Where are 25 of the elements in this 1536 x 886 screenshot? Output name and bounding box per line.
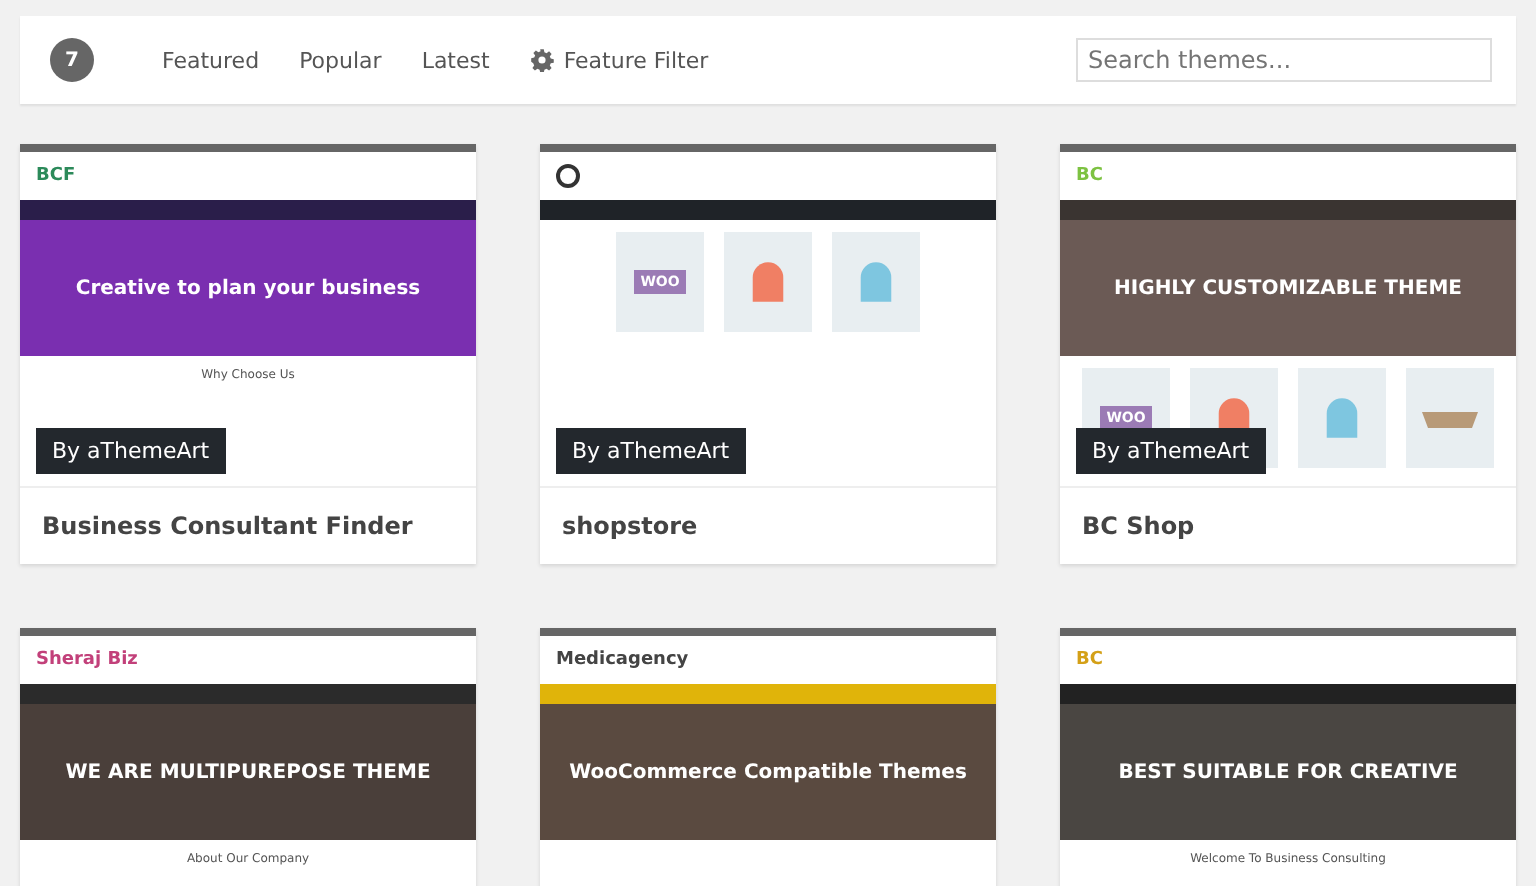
author-badge: By aThemeArt xyxy=(36,428,226,474)
feature-filter-link[interactable]: Feature Filter xyxy=(529,47,709,73)
filter-link[interactable]: Popular xyxy=(299,47,382,73)
theme-name: BC Shop xyxy=(1082,512,1195,540)
hero-headline: WE ARE MULTIPUREPOSE THEME xyxy=(65,761,431,783)
site-logo: Sheraj Biz xyxy=(36,650,138,670)
author-badge: By aThemeArt xyxy=(556,428,746,474)
hero-headline: HIGHLY CUSTOMIZABLE THEME xyxy=(1114,277,1462,299)
site-logo: BC xyxy=(1076,650,1103,670)
search-field[interactable]: Search themes... xyxy=(1076,38,1492,82)
settings-icon xyxy=(529,48,554,72)
theme-card[interactable]: Medicagency WooCommerce Compatible Themes xyxy=(540,628,996,886)
theme-name: shopstore xyxy=(562,512,698,540)
theme-count-badge: 7 xyxy=(50,38,94,82)
hero-headline: Creative to plan your business xyxy=(75,277,421,299)
hero-headline: WooCommerce Compatible Themes xyxy=(569,761,967,783)
logo-icon xyxy=(556,164,580,188)
site-logo: Medicagency xyxy=(556,650,689,670)
filter-link[interactable]: Latest xyxy=(421,47,490,73)
author-badge: By aThemeArt xyxy=(1076,428,1266,474)
hero-headline: BEST SUITABLE FOR CREATIVE xyxy=(1118,761,1458,783)
theme-name: Business Consultant Finder xyxy=(42,512,413,540)
site-logo: BCF xyxy=(36,166,76,186)
site-logo: BC xyxy=(1076,166,1103,186)
filter-link[interactable]: Featured xyxy=(162,47,260,73)
